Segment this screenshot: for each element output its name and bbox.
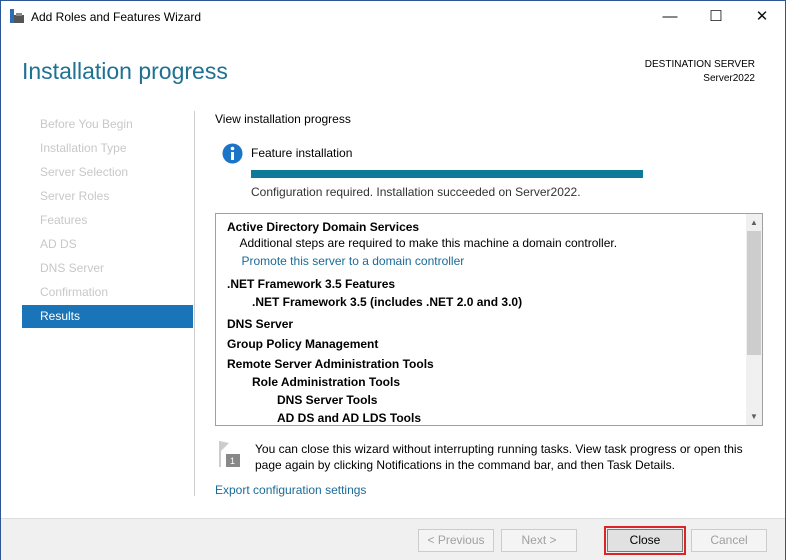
destination-server-name: Server2022 <box>703 73 755 84</box>
result-item: DNS Server Tools <box>277 393 378 407</box>
progress-fill <box>251 170 643 178</box>
destination-server: DESTINATION SERVER Server2022 <box>645 58 755 86</box>
result-item: Remote Server Administration Tools <box>227 357 434 371</box>
destination-label: DESTINATION SERVER <box>644 59 755 70</box>
window-title: Add Roles and Features Wizard <box>31 10 202 24</box>
nav-item-before-you-begin[interactable]: Before You Begin <box>22 113 193 136</box>
promote-dc-link[interactable]: Promote this server to a domain controll… <box>242 254 465 268</box>
nav-item-results[interactable]: Results <box>22 305 193 328</box>
nav-item-server-selection[interactable]: Server Selection <box>22 161 193 184</box>
close-note: You can close this wizard without interr… <box>255 442 743 472</box>
notification-count: 1 <box>230 456 236 466</box>
info-icon <box>222 143 243 164</box>
title-bar: Add Roles and Features Wizard — ☐ ✕ <box>1 1 785 33</box>
result-item: Additional steps are required to make th… <box>239 236 618 250</box>
nav-item-server-roles[interactable]: Server Roles <box>22 185 193 208</box>
cancel-button[interactable]: Cancel <box>691 529 767 552</box>
next-button[interactable]: Next > <box>501 529 577 552</box>
scroll-down-icon[interactable]: ▼ <box>750 412 758 421</box>
result-item: .NET Framework 3.5 (includes .NET 2.0 an… <box>252 295 523 309</box>
section-heading: View installation progress <box>215 112 351 126</box>
progress-bar <box>251 170 643 178</box>
divider <box>194 111 195 496</box>
results-list: Active Directory Domain Services Addition… <box>215 213 763 426</box>
page-title: Installation progress <box>22 58 228 84</box>
nav-item-confirmation[interactable]: Confirmation <box>22 281 193 304</box>
scroll-up-icon[interactable]: ▲ <box>750 218 758 227</box>
feature-installation-label: Feature installation <box>251 146 353 160</box>
close-button[interactable]: Close <box>604 526 686 555</box>
result-item: Group Policy Management <box>227 337 379 351</box>
export-configuration-link[interactable]: Export configuration settings <box>215 483 366 497</box>
scrollbar[interactable]: ▲ ▼ <box>746 214 762 425</box>
status-text: Configuration required. Installation suc… <box>251 185 581 199</box>
close-window-button[interactable]: ✕ <box>739 5 785 29</box>
result-item: .NET Framework 3.5 Features <box>227 277 396 291</box>
server-manager-icon <box>10 9 24 23</box>
result-item: DNS Server <box>227 317 294 331</box>
previous-button[interactable]: < Previous <box>418 529 494 552</box>
wizard-window: Add Roles and Features Wizard — ☐ ✕ Inst… <box>0 0 786 560</box>
nav-item-ad-ds[interactable]: AD DS <box>22 233 193 256</box>
scrollbar-thumb[interactable] <box>747 231 761 355</box>
nav-item-installation-type[interactable]: Installation Type <box>22 137 193 160</box>
maximize-button[interactable]: ☐ <box>693 5 739 29</box>
nav-item-features[interactable]: Features <box>22 209 193 232</box>
result-item: Role Administration Tools <box>252 375 401 389</box>
nav-item-dns-server[interactable]: DNS Server <box>22 257 193 280</box>
minimize-button[interactable]: — <box>647 5 693 29</box>
result-item: AD DS and AD LDS Tools <box>277 411 421 425</box>
result-item: Active Directory Domain Services <box>227 220 420 234</box>
